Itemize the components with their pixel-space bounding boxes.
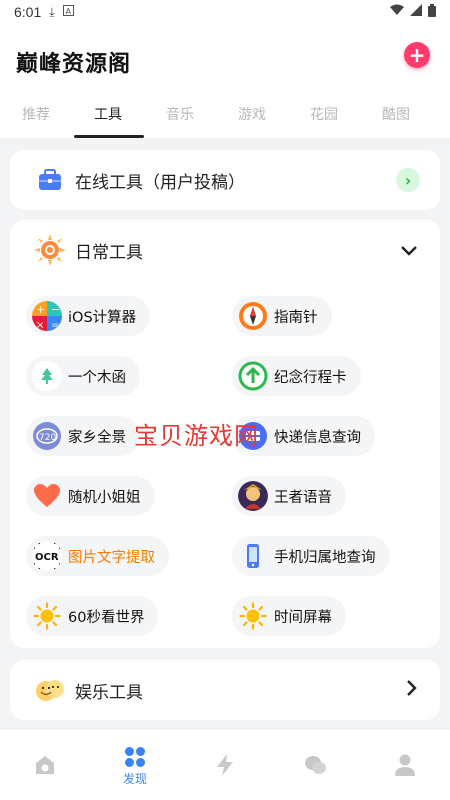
nav-discover[interactable]: 发现 <box>90 730 180 800</box>
tool-label: 指南针 <box>274 309 318 326</box>
chevron-right-icon[interactable] <box>406 678 418 702</box>
tool-label: iOS计算器 <box>68 309 137 326</box>
plus-icon: + <box>408 43 426 67</box>
tool-hometown-panorama[interactable]: 720 家乡全景 <box>26 416 140 456</box>
chevron-right-icon[interactable]: › <box>396 168 420 192</box>
tab-games[interactable]: 游戏 <box>216 92 288 138</box>
tool-60s-world[interactable]: 60秒看世界 <box>26 596 159 636</box>
delivery-icon <box>238 421 268 451</box>
tool-label: 纪念行程卡 <box>274 369 347 386</box>
entertainment-tools-label: 娱乐工具 <box>75 682 143 703</box>
download-icon: ⤓ <box>49 4 55 19</box>
tab-cool-images[interactable]: 酷图 <box>360 92 432 138</box>
tool-wooden-box[interactable]: 一个木函 <box>26 356 140 396</box>
svg-text:A: A <box>65 7 71 16</box>
svg-text:+: + <box>36 303 45 316</box>
chat-icon <box>303 752 327 778</box>
heart-icon <box>32 481 62 511</box>
tool-random-girl[interactable]: 随机小姐姐 <box>26 476 155 516</box>
tool-label: 60秒看世界 <box>68 609 145 626</box>
tab-tools[interactable]: 工具 <box>72 92 144 138</box>
battery-icon <box>428 3 436 21</box>
tool-travel-card[interactable]: 纪念行程卡 <box>232 356 361 396</box>
sun-icon <box>238 601 268 631</box>
phone-icon <box>238 541 268 571</box>
daily-tools-card: 日常工具 + − × = iOS计算器 指南针 一个木函 纪念行程卡 720 家… <box>10 220 440 648</box>
nav-label: 发现 <box>122 771 147 786</box>
online-tools-card[interactable]: 在线工具（用户投稿） › <box>10 150 440 210</box>
tool-label: 王者语音 <box>274 489 332 506</box>
app-title: 巅峰资源阁 <box>16 52 132 77</box>
arrow-up-circle-icon <box>238 361 268 391</box>
app-bar: 巅峰资源阁 + <box>0 24 450 92</box>
tab-recommend[interactable]: 推荐 <box>0 92 72 138</box>
signal-icon <box>410 4 422 20</box>
sun-gear-icon <box>32 232 68 268</box>
sun-icon <box>32 601 62 631</box>
entertainment-tools-card[interactable]: 娱乐工具 <box>10 660 440 720</box>
tool-label: 时间屏幕 <box>274 609 332 626</box>
nav-chat[interactable] <box>270 730 360 800</box>
online-tools-label: 在线工具（用户投稿） <box>75 172 245 193</box>
tool-delivery-query[interactable]: 快递信息查询 <box>232 416 375 456</box>
tool-label: 一个木函 <box>68 369 126 386</box>
home-icon <box>33 752 57 778</box>
svg-text:=: = <box>51 320 59 331</box>
bottom-navigation: 发现 <box>0 730 450 800</box>
hero-avatar-icon <box>238 481 268 511</box>
tool-label: 随机小姐姐 <box>68 489 141 506</box>
tool-ios-calculator[interactable]: + − × = iOS计算器 <box>26 296 151 336</box>
tool-time-screen[interactable]: 时间屏幕 <box>232 596 346 636</box>
compass-icon <box>238 301 268 331</box>
nav-profile[interactable] <box>360 730 450 800</box>
tool-label: 手机归属地查询 <box>274 549 376 566</box>
panorama-720-icon: 720 <box>32 421 62 451</box>
tab-music[interactable]: 音乐 <box>144 92 216 138</box>
svg-text:OCR: OCR <box>35 552 59 563</box>
svg-text:−: − <box>51 303 60 316</box>
add-button[interactable]: + <box>404 42 430 68</box>
calculator-icon: + − × = <box>32 301 62 331</box>
tool-label: 图片文字提取 <box>68 549 155 566</box>
daily-tools-header[interactable]: 日常工具 <box>10 220 440 280</box>
tree-icon <box>32 361 62 391</box>
status-bar: 6:01 ⤓ A <box>0 0 450 24</box>
lightning-icon <box>215 752 235 778</box>
profile-icon <box>394 752 416 778</box>
notification-a-icon: A <box>62 5 74 19</box>
svg-text:720: 720 <box>39 433 56 443</box>
svg-text:×: × <box>36 320 44 331</box>
emoji-icon <box>32 672 68 708</box>
wifi-icon <box>390 4 404 20</box>
tool-phone-location[interactable]: 手机归属地查询 <box>232 536 390 576</box>
toolbox-icon <box>32 162 68 198</box>
tool-label: 快递信息查询 <box>274 429 361 446</box>
status-time: 6:01 <box>14 4 42 20</box>
nav-home[interactable] <box>0 730 90 800</box>
tool-king-voice[interactable]: 王者语音 <box>232 476 346 516</box>
tab-garden[interactable]: 花园 <box>288 92 360 138</box>
tool-compass[interactable]: 指南针 <box>232 296 332 336</box>
nav-flash[interactable] <box>180 730 270 800</box>
tool-ocr-extract[interactable]: OCR 图片文字提取 <box>26 536 169 576</box>
category-tabs: 推荐 工具 音乐 游戏 花园 酷图 <box>0 92 450 138</box>
grid-icon <box>123 744 147 770</box>
chevron-down-icon[interactable] <box>400 238 418 262</box>
ocr-icon: OCR <box>32 541 62 571</box>
daily-tools-label: 日常工具 <box>75 242 143 263</box>
tool-label: 家乡全景 <box>68 429 126 446</box>
